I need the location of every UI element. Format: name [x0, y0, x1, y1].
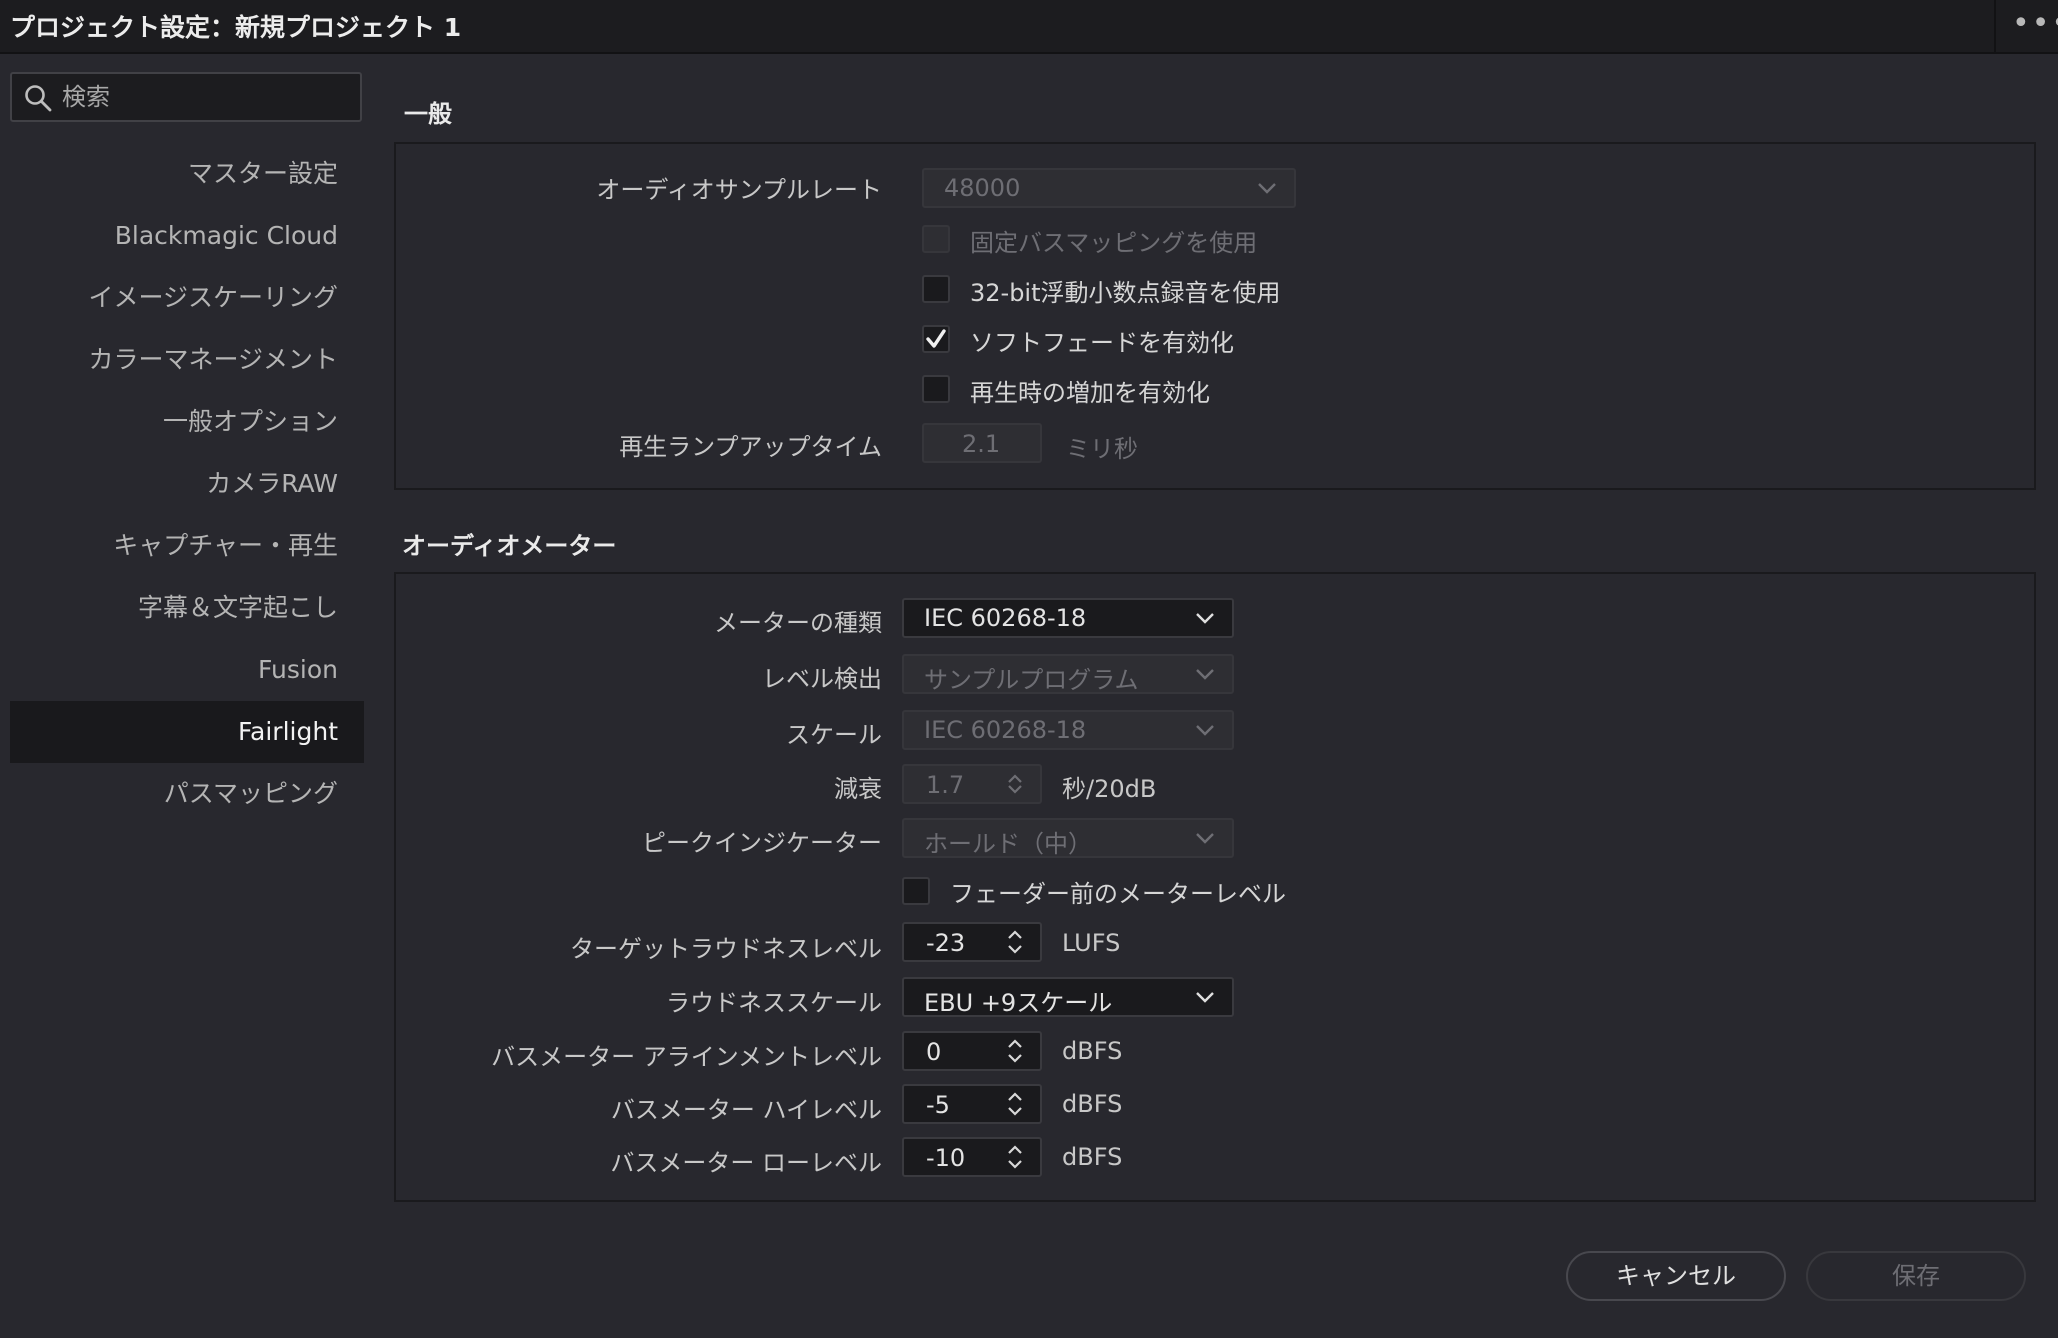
chevron-down-icon — [1258, 183, 1276, 194]
chevron-down-icon — [1196, 833, 1214, 844]
peak-indicator-label: ピークインジケーター — [642, 829, 882, 857]
scale-label: スケール — [786, 721, 882, 749]
level-detection-value: サンプルプログラム — [924, 666, 1139, 694]
playback-gain-label: 再生時の増加を有効化 — [970, 379, 1210, 407]
cancel-button[interactable]: キャンセル — [1566, 1251, 1786, 1301]
sidebar-item-master-settings[interactable]: マスター設定 — [10, 143, 364, 205]
low-level-unit: dBFS — [1062, 1143, 1123, 1171]
playback-gain-checkbox[interactable] — [922, 375, 950, 403]
scale-value: IEC 60268-18 — [924, 716, 1087, 744]
meter-type-dropdown[interactable]: IEC 60268-18 — [902, 598, 1234, 638]
float32-recording-checkbox[interactable] — [922, 275, 950, 303]
stepper-arrows-icon[interactable] — [1006, 1088, 1024, 1120]
high-level-stepper[interactable]: -5 — [902, 1084, 1042, 1124]
peak-indicator-dropdown[interactable]: ホールド（中） — [902, 818, 1234, 858]
decay-label: 減衰 — [834, 775, 882, 803]
loudness-scale-value: EBU +9スケール — [924, 989, 1113, 1017]
window-title: プロジェクト設定：新規プロジェクト 1 — [10, 13, 462, 42]
high-level-label: バスメーター ハイレベル — [610, 1096, 882, 1124]
chevron-down-icon — [1196, 669, 1214, 680]
sidebar-item-camera-raw[interactable]: カメラRAW — [10, 453, 364, 515]
alignment-level-unit: dBFS — [1062, 1037, 1123, 1065]
scale-dropdown[interactable]: IEC 60268-18 — [902, 710, 1234, 750]
prefader-meter-checkbox[interactable] — [902, 877, 930, 905]
ramp-up-time-label: 再生ランプアップタイム — [619, 433, 882, 461]
soft-fade-checkbox[interactable] — [922, 325, 950, 353]
sidebar-item-fusion[interactable]: Fusion — [10, 639, 364, 701]
target-loudness-stepper[interactable]: -23 — [902, 922, 1042, 962]
stepper-arrows-icon[interactable] — [1006, 768, 1024, 800]
search-box[interactable] — [10, 72, 362, 122]
title-divider — [1994, 0, 1996, 52]
settings-nav: マスター設定 Blackmagic Cloud イメージスケーリング カラーマネ… — [10, 143, 364, 825]
ramp-up-time-unit: ミリ秒 — [1066, 435, 1138, 463]
search-input[interactable] — [62, 80, 352, 114]
ramp-up-time-input[interactable]: 2.1 — [922, 423, 1042, 463]
target-loudness-value: -23 — [926, 929, 966, 957]
low-level-stepper[interactable]: -10 — [902, 1137, 1042, 1177]
chevron-down-icon — [1196, 725, 1214, 736]
decay-stepper[interactable]: 1.7 — [902, 764, 1042, 804]
sidebar-item-color-management[interactable]: カラーマネージメント — [10, 329, 364, 391]
low-level-value: -10 — [926, 1144, 966, 1172]
checkmark-icon — [926, 329, 946, 348]
high-level-unit: dBFS — [1062, 1090, 1123, 1118]
sample-rate-value: 48000 — [944, 174, 1021, 202]
alignment-level-label: バスメーター アラインメントレベル — [491, 1043, 882, 1071]
chevron-down-icon — [1196, 992, 1214, 1003]
save-button[interactable]: 保存 — [1806, 1251, 2026, 1301]
high-level-value: -5 — [926, 1091, 950, 1119]
float32-recording-label: 32-bit浮動小数点録音を使用 — [970, 279, 1281, 307]
sample-rate-dropdown[interactable]: 48000 — [922, 168, 1296, 208]
prefader-meter-label: フェーダー前のメーターレベル — [950, 880, 1286, 908]
stepper-arrows-icon[interactable] — [1006, 926, 1024, 958]
low-level-label: バスメーター ローレベル — [610, 1149, 882, 1177]
chevron-down-icon — [1196, 613, 1214, 624]
loudness-scale-dropdown[interactable]: EBU +9スケール — [902, 977, 1234, 1017]
ramp-up-time-value: 2.1 — [962, 430, 1001, 458]
more-options-icon[interactable]: ••• — [2012, 6, 2058, 41]
decay-unit: 秒/20dB — [1062, 775, 1157, 803]
fixed-bus-mapping-checkbox[interactable] — [922, 225, 950, 253]
level-detection-dropdown[interactable]: サンプルプログラム — [902, 654, 1234, 694]
sidebar-item-image-scaling[interactable]: イメージスケーリング — [10, 267, 364, 329]
sidebar-item-capture-playback[interactable]: キャプチャー・再生 — [10, 515, 364, 577]
target-loudness-unit: LUFS — [1062, 929, 1121, 957]
stepper-arrows-icon[interactable] — [1006, 1035, 1024, 1067]
peak-indicator-value: ホールド（中） — [924, 830, 1092, 858]
audio-meters-section-title: オーディオメーター — [402, 532, 617, 560]
sidebar-item-path-mapping[interactable]: パスマッピング — [10, 763, 364, 825]
meter-type-value: IEC 60268-18 — [924, 604, 1087, 632]
sidebar-item-subtitles[interactable]: 字幕＆文字起こし — [10, 577, 364, 639]
sidebar-item-general-options[interactable]: 一般オプション — [10, 391, 364, 453]
soft-fade-label: ソフトフェードを有効化 — [970, 329, 1234, 357]
sidebar-item-fairlight[interactable]: Fairlight — [10, 701, 364, 763]
title-bar: プロジェクト設定：新規プロジェクト 1 ••• — [0, 0, 2058, 54]
sample-rate-label: オーディオサンプルレート — [596, 176, 882, 204]
alignment-level-stepper[interactable]: 0 — [902, 1031, 1042, 1071]
meter-type-label: メーターの種類 — [714, 609, 882, 637]
decay-value: 1.7 — [926, 771, 965, 799]
loudness-scale-label: ラウドネススケール — [666, 989, 882, 1017]
sidebar-item-blackmagic-cloud[interactable]: Blackmagic Cloud — [10, 205, 364, 267]
level-detection-label: レベル検出 — [762, 665, 882, 693]
stepper-arrows-icon[interactable] — [1006, 1141, 1024, 1173]
general-section-title: 一般 — [404, 100, 452, 128]
fixed-bus-mapping-label: 固定バスマッピングを使用 — [970, 229, 1258, 257]
target-loudness-label: ターゲットラウドネスレベル — [570, 935, 882, 963]
alignment-level-value: 0 — [926, 1038, 942, 1066]
search-icon — [25, 85, 52, 112]
